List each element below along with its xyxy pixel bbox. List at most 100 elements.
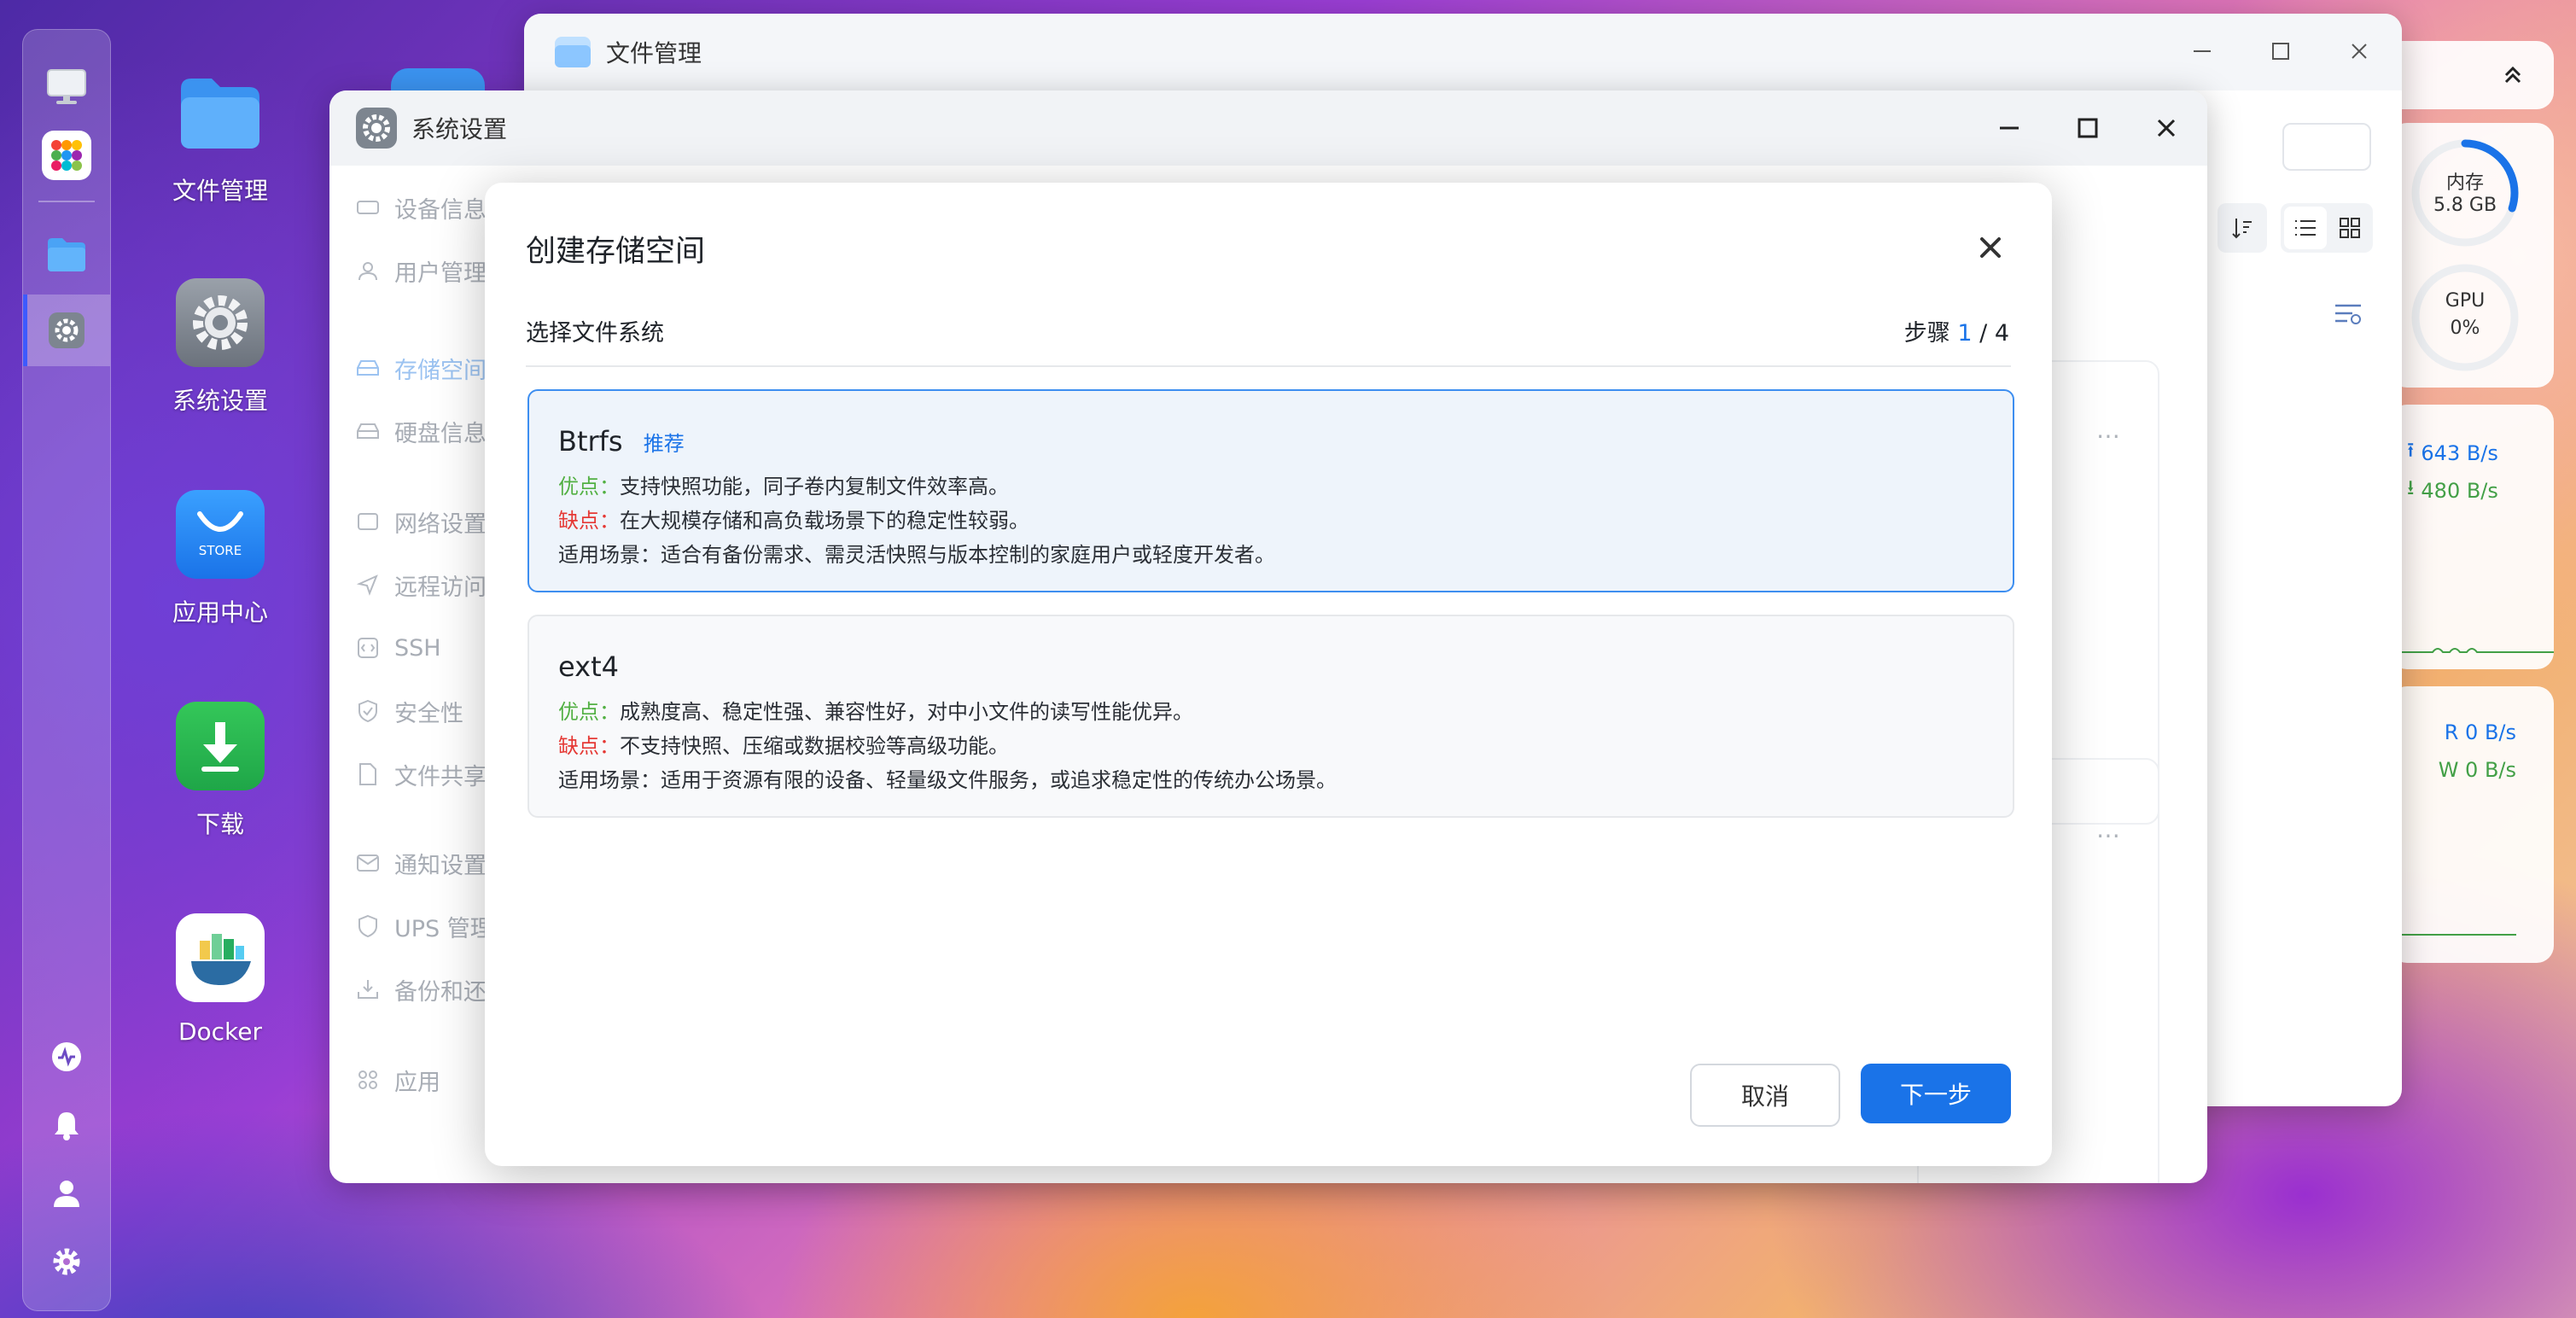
next-step-button[interactable]: 下一步 bbox=[1861, 1064, 2011, 1123]
list-icon bbox=[2295, 220, 2316, 236]
gear-icon bbox=[356, 108, 397, 149]
gpu-value: 0% bbox=[2450, 318, 2480, 339]
filter-button[interactable] bbox=[2334, 300, 2363, 326]
sidebar-item-label: 网络设置 bbox=[394, 510, 487, 538]
minimize-icon bbox=[2194, 50, 2211, 52]
create-storage-dialog: 创建存储空间 选择文件系统 步骤 1 / 4 Btrfs 推荐 优点：支持快照功… bbox=[485, 183, 2052, 1166]
fs-option-btrfs[interactable]: Btrfs 推荐 优点：支持快照功能，同子卷内复制文件效率高。 缺点：在大规模存… bbox=[527, 389, 2014, 592]
dock-desktop-button[interactable] bbox=[42, 62, 91, 112]
sidebar-item-file-sharing[interactable]: 文件共享 bbox=[355, 753, 487, 796]
minimize-button[interactable] bbox=[1990, 109, 2028, 147]
folder-icon bbox=[48, 238, 85, 271]
more-options-icon[interactable]: ⋯ bbox=[2096, 422, 2120, 450]
step-indicator: 步骤 1 / 4 bbox=[1904, 314, 2009, 347]
list-view-button[interactable] bbox=[2284, 207, 2327, 249]
fs-option-cons: 缺点：不支持快照、压缩或数据校验等高级功能。 bbox=[558, 734, 1009, 758]
dock-activity-button[interactable] bbox=[42, 1032, 91, 1082]
dialog-divider bbox=[526, 365, 2011, 367]
desktop-icon-label: 下载 bbox=[195, 810, 244, 838]
gpu-label: GPU bbox=[2445, 290, 2486, 312]
sidebar-item-label: 远程访问 bbox=[394, 574, 487, 601]
desktop-icon-docker[interactable]: Docker bbox=[135, 913, 306, 1046]
sidebar-item-ssh[interactable]: SSH bbox=[355, 627, 441, 669]
dock-file-manager-button[interactable] bbox=[42, 230, 91, 279]
desktop-icon-label: 文件管理 bbox=[172, 177, 268, 205]
fs-option-scene: 适用场景：适合有备份需求、需灵活快照与版本控制的家庭用户或轻度开发者。 bbox=[558, 543, 1275, 567]
apps-icon bbox=[355, 1067, 381, 1093]
drive-icon bbox=[355, 195, 381, 220]
maximize-icon bbox=[2272, 43, 2289, 60]
fs-option-pros: 优点：成熟度高、稳定性强、兼容性好，对中小文件的读写性能优异。 bbox=[558, 700, 1193, 724]
upload-icon: ⭱ bbox=[2407, 438, 2415, 462]
download-speed: 480 B/s bbox=[2421, 478, 2498, 503]
sidebar-item-network[interactable]: 网络设置 bbox=[355, 500, 487, 543]
step-label: 步骤 bbox=[1903, 320, 1950, 347]
disk-read: R 0 B/s bbox=[2444, 720, 2516, 744]
step-total: 4 bbox=[1994, 320, 2009, 347]
dialog-title: 创建存储空间 bbox=[526, 235, 706, 269]
collapse-up-icon[interactable] bbox=[2497, 60, 2528, 90]
memory-label: 内存 bbox=[2445, 172, 2484, 194]
sidebar-item-remote-access[interactable]: 远程访问 bbox=[355, 563, 487, 606]
desktop-icon-app-center[interactable]: STORE 应用中心 bbox=[135, 490, 306, 628]
close-button[interactable] bbox=[2148, 109, 2185, 147]
dialog-close-button[interactable] bbox=[1972, 229, 2009, 266]
sidebar-item-label: 通知设置 bbox=[394, 852, 487, 879]
download-icon bbox=[176, 702, 265, 790]
sidebar-item-user-management[interactable]: 用户管理 bbox=[355, 249, 487, 292]
desktop-icon-settings[interactable]: 系统设置 bbox=[135, 278, 306, 417]
file-search-input[interactable] bbox=[2282, 123, 2371, 171]
fs-option-ext4[interactable]: ext4 优点：成熟度高、稳定性强、兼容性好，对中小文件的读写性能优异。 缺点：… bbox=[527, 615, 2014, 818]
user-icon bbox=[355, 258, 381, 283]
storage-icon bbox=[355, 355, 381, 381]
file-manager-titlebar: 文件管理 bbox=[524, 14, 2402, 90]
sidebar-item-security[interactable]: 安全性 bbox=[355, 690, 463, 732]
grid-view-button[interactable] bbox=[2328, 207, 2371, 249]
dock-notification-button[interactable] bbox=[42, 1100, 91, 1150]
dialog-subtitle: 选择文件系统 bbox=[526, 320, 664, 347]
network-sparkline bbox=[2390, 648, 2554, 653]
download-speed-row: ⭳ 480 B/s bbox=[2407, 473, 2498, 508]
sidebar-item-storage[interactable]: 存储空间 bbox=[355, 347, 487, 389]
more-options-icon[interactable]: ⋯ bbox=[2096, 821, 2120, 849]
close-icon bbox=[1980, 237, 2001, 258]
sidebar-item-apps[interactable]: 应用 bbox=[355, 1058, 440, 1101]
maximize-button[interactable] bbox=[2069, 109, 2107, 147]
maximize-button[interactable] bbox=[2262, 32, 2299, 70]
sidebar-item-notification[interactable]: 通知设置 bbox=[355, 842, 487, 884]
upload-speed-row: ⭱ 643 B/s bbox=[2407, 435, 2498, 470]
pulse-icon bbox=[52, 1042, 81, 1071]
widget-disk-io: R 0 B/s W 0 B/s bbox=[2390, 686, 2554, 963]
sidebar-item-ups[interactable]: UPS 管理 bbox=[355, 905, 493, 948]
fs-option-pros: 优点：支持快照功能，同子卷内复制文件效率高。 bbox=[558, 475, 1009, 499]
sidebar-item-device-info[interactable]: 设备信息 bbox=[355, 186, 487, 229]
close-icon bbox=[2352, 44, 2367, 59]
cancel-button[interactable]: 取消 bbox=[1690, 1064, 1840, 1127]
grid-icon bbox=[2340, 218, 2360, 238]
send-icon bbox=[355, 572, 381, 598]
disk-sparkline bbox=[2390, 934, 2516, 936]
desktop-icon-file-manager[interactable]: 文件管理 bbox=[135, 68, 306, 207]
minimize-icon bbox=[2000, 126, 2019, 130]
dock-settings-button[interactable] bbox=[42, 306, 91, 355]
desktop-icon-download[interactable]: 下载 bbox=[135, 702, 306, 840]
download-arrow-icon: ⭳ bbox=[2407, 475, 2415, 499]
maximize-icon bbox=[2078, 118, 2098, 138]
sidebar-item-label: SSH bbox=[394, 634, 441, 662]
sidebar-item-disk-info[interactable]: 硬盘信息 bbox=[355, 410, 487, 452]
dock-user-button[interactable] bbox=[42, 1169, 91, 1218]
folder-icon bbox=[176, 68, 265, 157]
sort-button[interactable] bbox=[2218, 203, 2267, 253]
minimize-button[interactable] bbox=[2183, 32, 2221, 70]
dock-apps-button[interactable] bbox=[42, 131, 91, 180]
dock bbox=[22, 29, 111, 1311]
desktop-icon-label: 系统设置 bbox=[172, 387, 268, 415]
store-badge-text: STORE bbox=[198, 543, 242, 558]
dock-separator bbox=[38, 201, 95, 202]
settings-titlebar: 系统设置 bbox=[329, 90, 2207, 166]
dock-preferences-button[interactable] bbox=[42, 1237, 91, 1286]
sidebar-item-label: 安全性 bbox=[394, 700, 463, 727]
widget-memory-gpu: 内存 5.8 GB GPU 0% bbox=[2390, 123, 2554, 388]
close-button[interactable] bbox=[2340, 32, 2378, 70]
gear-icon bbox=[49, 312, 85, 348]
